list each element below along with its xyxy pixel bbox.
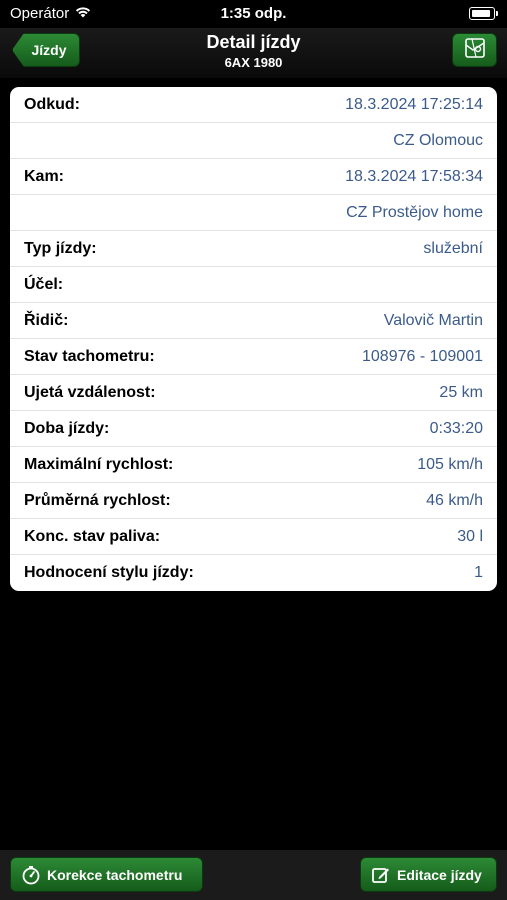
detail-row-max-speed: Maximální rychlost: 105 km/h xyxy=(10,447,497,483)
odometer-icon xyxy=(21,865,41,885)
edit-icon xyxy=(371,865,391,885)
map-icon xyxy=(464,37,486,64)
bottom-toolbar: Korekce tachometru Editace jízdy xyxy=(0,850,507,900)
odometer-correction-label: Korekce tachometru xyxy=(47,866,183,883)
detail-label: Typ jízdy: xyxy=(24,239,97,257)
map-button[interactable] xyxy=(452,33,497,67)
detail-value: 105 km/h xyxy=(417,455,483,473)
detail-row-fuel: Konc. stav paliva: 30 l xyxy=(10,519,497,555)
detail-row-trip-type: Typ jízdy: služební xyxy=(10,231,497,267)
detail-row-distance: Ujetá vzdálenost: 25 km xyxy=(10,375,497,411)
detail-value: 25 km xyxy=(439,383,483,401)
detail-row-from: Odkud: 18.3.2024 17:25:14 xyxy=(10,87,497,123)
detail-label: Průměrná rychlost: xyxy=(24,491,171,509)
detail-row-duration: Doba jízdy: 0:33:20 xyxy=(10,411,497,447)
detail-label: Hodnocení stylu jízdy: xyxy=(24,564,194,581)
detail-value: služební xyxy=(423,239,483,257)
detail-label: Účel: xyxy=(24,275,64,293)
detail-row-to: Kam: 18.3.2024 17:58:34 xyxy=(10,159,497,195)
edit-trip-label: Editace jízdy xyxy=(397,866,482,883)
trip-detail-list: Odkud: 18.3.2024 17:25:14 CZ Olomouc Kam… xyxy=(10,87,497,591)
detail-row-driving-style: Hodnocení stylu jízdy: 1 xyxy=(10,555,497,591)
detail-value: 18.3.2024 17:58:34 xyxy=(345,167,483,185)
detail-value: CZ Olomouc xyxy=(393,131,483,149)
detail-label: Řidič: xyxy=(24,311,69,329)
detail-value: 1 xyxy=(474,564,483,581)
battery-icon xyxy=(469,7,498,20)
detail-value: 0:33:20 xyxy=(429,419,483,437)
odometer-correction-button[interactable]: Korekce tachometru xyxy=(10,857,203,892)
clock: 1:35 odp. xyxy=(220,5,287,22)
detail-value: CZ Prostějov home xyxy=(346,203,483,221)
detail-value: Valovič Martin xyxy=(383,311,483,329)
detail-row-avg-speed: Průměrná rychlost: 46 km/h xyxy=(10,483,497,519)
screen: Operátor 1:35 odp. Jízdy Detail jízdy 6A… xyxy=(0,0,507,900)
detail-value: 46 km/h xyxy=(426,491,483,509)
detail-row-odometer: Stav tachometru: 108976 - 109001 xyxy=(10,339,497,375)
detail-row-from-place: CZ Olomouc xyxy=(10,123,497,159)
detail-row-driver: Řidič: Valovič Martin xyxy=(10,303,497,339)
detail-label: Kam: xyxy=(24,167,65,185)
detail-value: 18.3.2024 17:25:14 xyxy=(345,95,483,113)
status-bar: Operátor 1:35 odp. xyxy=(0,0,507,28)
detail-label: Doba jízdy: xyxy=(24,419,110,437)
nav-bar: Jízdy Detail jízdy 6AX 1980 xyxy=(0,28,507,78)
detail-row-to-place: CZ Prostějov home xyxy=(10,195,497,231)
detail-label: Stav tachometru: xyxy=(24,347,155,365)
vehicle-plate: 6AX 1980 xyxy=(224,55,283,70)
detail-label: Maximální rychlost: xyxy=(24,455,174,473)
detail-value: 30 l xyxy=(457,527,483,545)
detail-label: Konc. stav paliva: xyxy=(24,527,161,545)
detail-value: 108976 - 109001 xyxy=(362,347,483,365)
page-title: Detail jízdy xyxy=(206,32,301,52)
edit-trip-button[interactable]: Editace jízdy xyxy=(360,857,497,892)
detail-label: Odkud: xyxy=(24,95,80,113)
detail-row-purpose: Účel: xyxy=(10,267,497,303)
detail-label: Ujetá vzdálenost: xyxy=(24,383,156,401)
